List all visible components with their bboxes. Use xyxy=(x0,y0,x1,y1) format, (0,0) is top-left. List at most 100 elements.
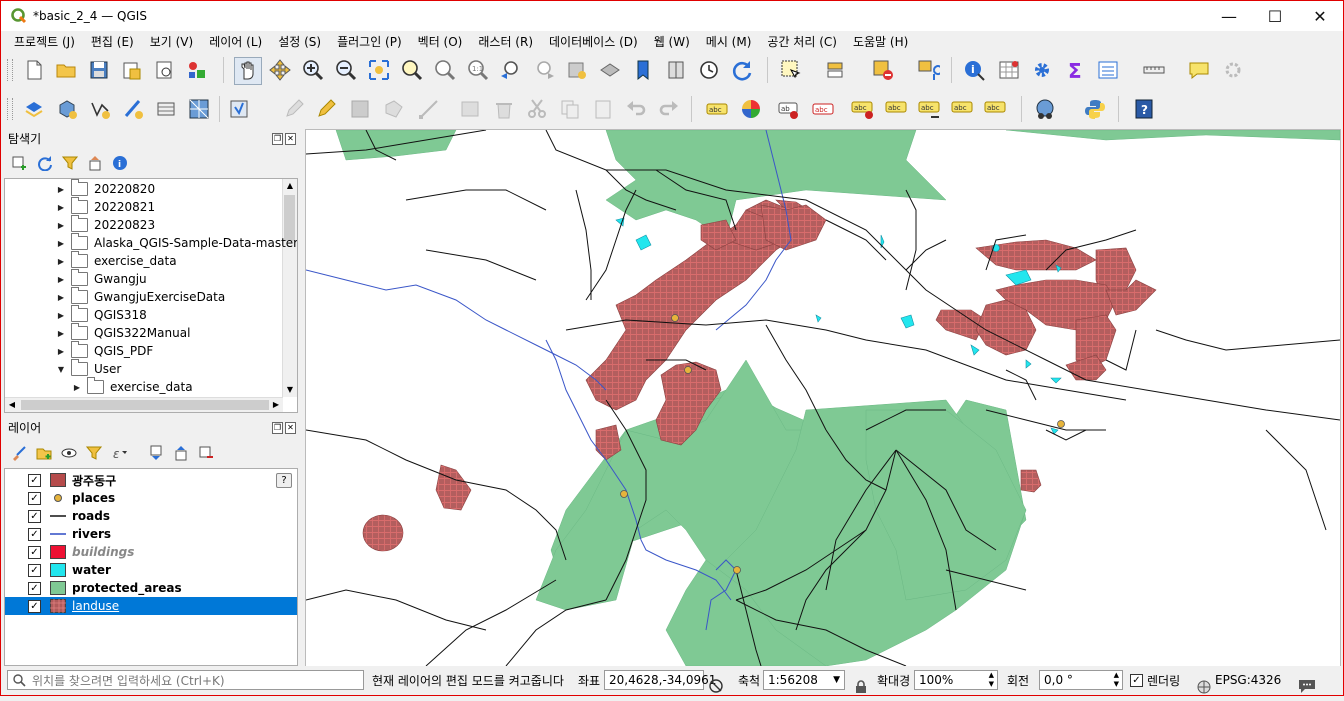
menu-settings[interactable]: 설정 (S) xyxy=(270,33,329,50)
browser-item[interactable]: ▶ 20220820 xyxy=(55,179,155,198)
undo-icon[interactable] xyxy=(623,96,649,122)
redo-icon[interactable] xyxy=(656,96,682,122)
maximize-button[interactable]: ☐ xyxy=(1252,1,1298,31)
select-by-expression-icon[interactable] xyxy=(824,57,850,83)
map-book-icon[interactable] xyxy=(663,57,689,83)
label-toolbar-icon[interactable]: abc xyxy=(704,96,730,122)
zoom-in-icon[interactable] xyxy=(300,57,326,83)
layer-visibility-checkbox[interactable]: ✓ xyxy=(28,509,41,523)
layer-row[interactable]: ✓ rivers xyxy=(5,525,297,543)
current-edits-icon[interactable] xyxy=(313,96,339,122)
expanded-arrow-icon[interactable]: ▼ xyxy=(55,365,67,374)
pan-to-selection-icon[interactable] xyxy=(267,57,293,83)
layer-row[interactable]: ✓ places xyxy=(5,489,297,507)
zoom-full-icon[interactable] xyxy=(366,57,392,83)
filter-by-expression-icon[interactable]: ε xyxy=(110,443,130,463)
new-shapefile-icon[interactable] xyxy=(87,96,113,122)
deselect-features-icon[interactable] xyxy=(870,57,896,83)
print-layout-icon[interactable] xyxy=(151,57,177,83)
manage-map-themes-icon[interactable] xyxy=(59,443,79,463)
menu-database[interactable]: 데이터베이스 (D) xyxy=(541,33,646,50)
add-selected-layers-icon[interactable] xyxy=(9,153,29,173)
collapsed-arrow-icon[interactable]: ▶ xyxy=(55,275,67,284)
collapsed-arrow-icon[interactable]: ▶ xyxy=(55,347,67,356)
browser-item[interactable]: ▶ GwangjuExerciseData xyxy=(55,287,225,306)
layer-visibility-checkbox[interactable]: ✓ xyxy=(28,563,41,577)
float-panel-icon[interactable]: ❐ xyxy=(272,422,283,434)
browser-item[interactable]: ▶ Alaska_QGIS-Sample-Data-master xyxy=(55,233,297,252)
collapsed-arrow-icon[interactable]: ▶ xyxy=(55,311,67,320)
spin-arrows-icon[interactable]: ▲ ▼ xyxy=(1114,671,1119,689)
select-by-location-icon[interactable] xyxy=(915,57,941,83)
open-project-icon[interactable] xyxy=(53,57,79,83)
coordinate-field[interactable]: 20,4628,-34,0961 xyxy=(604,670,716,690)
browser-vertical-scrollbar[interactable]: ▲ ▼ xyxy=(282,179,297,397)
layer-styling-icon[interactable] xyxy=(9,443,29,463)
paste-features-icon[interactable] xyxy=(590,96,616,122)
toggle-editing-icon[interactable] xyxy=(226,96,252,122)
browser-item[interactable]: ▶ Gwangju xyxy=(55,269,147,288)
menu-view[interactable]: 보기 (V) xyxy=(142,33,201,50)
show-bookmarks-icon[interactable] xyxy=(597,57,623,83)
python-console-icon[interactable] xyxy=(1082,96,1108,122)
collapsed-arrow-icon[interactable]: ▶ xyxy=(55,239,67,248)
collapse-all-layers-icon[interactable] xyxy=(171,443,191,463)
collapsed-arrow-icon[interactable]: ▶ xyxy=(55,293,67,302)
scroll-up-icon[interactable]: ▲ xyxy=(283,179,297,193)
menu-web[interactable]: 웹 (W) xyxy=(646,33,698,50)
add-group-icon[interactable] xyxy=(34,443,54,463)
crs-button[interactable]: EPSG:4326 xyxy=(1215,666,1281,694)
close-panel-icon[interactable]: ✕ xyxy=(285,133,296,145)
browser-item[interactable]: ▶ exercise_data xyxy=(55,251,177,270)
rotate-label-icon[interactable]: abc xyxy=(916,96,942,122)
label-properties-icon[interactable]: abc xyxy=(982,96,1008,122)
highlight-pinned-icon[interactable]: abc xyxy=(810,96,836,122)
browser-horizontal-scrollbar[interactable]: ◀ ▶ xyxy=(5,397,283,412)
globe-crs-icon[interactable] xyxy=(1197,673,1211,701)
layer-row[interactable]: ✓ buildings xyxy=(5,543,297,561)
filter-legend-icon[interactable] xyxy=(84,443,104,463)
spin-arrows-icon[interactable]: ▲ ▼ xyxy=(989,671,994,689)
identify-features-icon[interactable]: i xyxy=(961,57,987,83)
lock-icon[interactable] xyxy=(854,673,868,701)
spatial-bookmark-icon[interactable] xyxy=(630,57,656,83)
globe-plugin-icon[interactable] xyxy=(1032,96,1058,122)
save-project-icon[interactable] xyxy=(86,57,112,83)
scroll-down-icon[interactable]: ▼ xyxy=(283,383,297,397)
new-geopackage-icon[interactable] xyxy=(54,96,80,122)
open-table-icon[interactable] xyxy=(1095,57,1121,83)
layer-visibility-checkbox[interactable]: ✓ xyxy=(28,581,41,595)
hscroll-thumb[interactable] xyxy=(21,400,269,410)
style-manager-icon[interactable] xyxy=(184,57,210,83)
copy-features-icon[interactable] xyxy=(557,96,583,122)
new-project-icon[interactable] xyxy=(21,57,47,83)
layer-row[interactable]: ✓ 광주동구 xyxy=(5,471,297,489)
vertex-tool-icon[interactable] xyxy=(416,96,442,122)
browser-item[interactable]: ▶ QGIS318 xyxy=(55,305,147,324)
scroll-right-icon[interactable]: ▶ xyxy=(269,398,283,412)
toolbar-grip[interactable] xyxy=(7,98,13,120)
menu-vector[interactable]: 벡터 (O) xyxy=(410,33,471,50)
new-temporary-layer-icon[interactable] xyxy=(120,96,146,122)
zoom-last-icon[interactable] xyxy=(498,57,524,83)
layer-visibility-checkbox[interactable]: ✓ xyxy=(28,473,41,487)
menu-raster[interactable]: 래스터 (R) xyxy=(470,33,541,50)
rotation-spinbox[interactable]: 0,0 ° ▲ ▼ xyxy=(1039,670,1123,690)
measure-line-icon[interactable] xyxy=(1141,57,1167,83)
menu-help[interactable]: 도움말 (H) xyxy=(845,33,916,50)
map-svg[interactable] xyxy=(306,130,1340,666)
pan-map-icon[interactable] xyxy=(234,57,262,85)
new-bookmark-icon[interactable] xyxy=(564,57,590,83)
minimize-button[interactable]: — xyxy=(1206,1,1252,31)
collapsed-arrow-icon[interactable]: ▶ xyxy=(55,329,67,338)
pencil-disabled-icon[interactable] xyxy=(281,96,307,122)
layer-row[interactable]: ✓ roads xyxy=(5,507,297,525)
attribute-table-icon[interactable] xyxy=(996,57,1022,83)
save-as-icon[interactable] xyxy=(118,57,144,83)
collapse-all-icon[interactable] xyxy=(85,153,105,173)
menu-edit[interactable]: 편집 (E) xyxy=(83,33,142,50)
properties-info-icon[interactable]: i xyxy=(110,153,130,173)
locator-search-box[interactable]: 위치를 찾으려면 입력하세요 (Ctrl+K) xyxy=(7,670,364,690)
menu-mesh[interactable]: 메시 (M) xyxy=(698,33,760,50)
collapsed-arrow-icon[interactable]: ▶ xyxy=(55,257,67,266)
